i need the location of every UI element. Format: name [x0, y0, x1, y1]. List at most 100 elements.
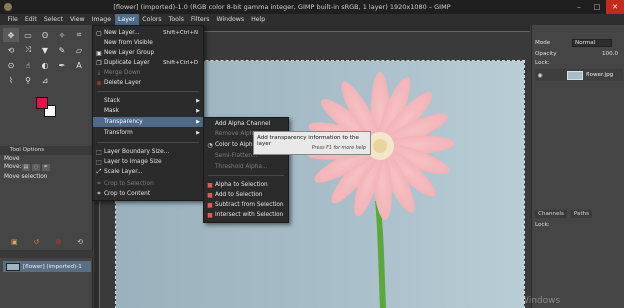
menu-item-new-from-visible[interactable]: New from Visible: [93, 38, 203, 48]
channels-lock-label: Lock:: [535, 222, 550, 228]
menu-help[interactable]: Help: [248, 14, 269, 25]
image-list-item[interactable]: [flower] (imported)-1: [3, 261, 91, 272]
foreground-color[interactable]: [36, 97, 48, 109]
submenu-arrow-icon: ▶: [196, 108, 200, 114]
measure-tool-icon[interactable]: ⊿: [37, 73, 53, 87]
menu-item-add-alpha-channel[interactable]: Add Alpha Channel: [204, 119, 288, 129]
transform-tool-icon[interactable]: ⟲: [3, 43, 19, 57]
text-tool-icon[interactable]: A: [71, 58, 87, 72]
crop-tool-icon[interactable]: ⌗: [71, 28, 87, 42]
menu-tools[interactable]: Tools: [165, 14, 187, 25]
menu-item-layer-to-image-size[interactable]: ⬚ Layer to Image Size: [93, 157, 203, 167]
menu-item-crop-to-content[interactable]: ⌗ Crop to Content: [93, 189, 203, 199]
menu-item-mask[interactable]: Mask ▶: [93, 106, 203, 116]
tab-tool-options[interactable]: Tool Options: [0, 146, 93, 155]
channels-paths-tabs: Channels Paths: [535, 210, 593, 218]
tab-paths[interactable]: Paths: [570, 210, 593, 218]
menu-item-stack[interactable]: Stack ▶: [93, 96, 203, 106]
tools-grid: ✥ ▭ ʘ ✧ ⌗ ⟲ ⤨ ▼ ✎ ▱ ⊙ ☝ ◐ ✒ A ⌇ ⚲ ⊿: [3, 28, 87, 87]
menu-edit[interactable]: Edit: [21, 14, 40, 25]
fuzzy-select-tool-icon[interactable]: ✧: [54, 28, 70, 42]
windows-watermark: Windows: [520, 296, 561, 306]
menu-item-subtract-from-selection[interactable]: ■ Subtract from Selection: [204, 200, 288, 210]
color-swatches[interactable]: [36, 97, 60, 121]
delete-options-icon[interactable]: ⊘: [55, 238, 61, 246]
menu-item-alpha-to-selection[interactable]: ■ Alpha to Selection: [204, 180, 288, 190]
visibility-eye-icon[interactable]: ◉: [535, 72, 545, 79]
menu-colors[interactable]: Colors: [139, 14, 165, 25]
menu-item-new-layer[interactable]: ▢ New Layer... Shift+Ctrl+N: [93, 28, 203, 38]
menu-separator: [208, 175, 284, 176]
menu-item-intersect-with-selection[interactable]: ■ Intersect with Selection: [204, 210, 288, 220]
paths-tool-icon[interactable]: ✒: [54, 58, 70, 72]
menu-item-merge-down: ⤓ Merge Down: [93, 68, 203, 78]
color-picker-tool-icon[interactable]: ⌇: [3, 73, 19, 87]
menu-item-add-to-selection[interactable]: ■ Add to Selection: [204, 190, 288, 200]
color-to-alpha-icon: ◔: [207, 141, 213, 149]
intersect-with-selection-icon: ■: [207, 211, 213, 219]
restore-options-icon[interactable]: ↺: [34, 238, 40, 246]
menu-item-delete-layer[interactable]: ⊗ Delete Layer: [93, 78, 203, 88]
maximize-icon[interactable]: □: [588, 0, 606, 14]
add-to-selection-icon: ■: [207, 191, 213, 199]
move-selection-radio-icon[interactable]: ◌: [32, 164, 40, 171]
paintbrush-tool-icon[interactable]: ✎: [54, 43, 70, 57]
lasso-tool-icon[interactable]: ʘ: [37, 28, 53, 42]
minimize-icon[interactable]: –: [570, 0, 588, 14]
warp-tool-icon[interactable]: ⤨: [20, 43, 36, 57]
tooltip-help-text: Press F1 for more help: [311, 146, 366, 151]
menu-view[interactable]: View: [66, 14, 88, 25]
dodge-tool-icon[interactable]: ◐: [37, 58, 53, 72]
menu-separator: [97, 91, 199, 92]
zoom-tool-icon[interactable]: ⚲: [20, 73, 36, 87]
move-tool-icon[interactable]: ✥: [3, 28, 19, 42]
image-thumbnail: [6, 262, 20, 271]
layers-panel: Mode Normal Opacity 100.0 Lock: ◉ flower…: [531, 25, 624, 308]
opacity-label: Opacity: [535, 51, 557, 57]
layer-menu: ▢ New Layer... Shift+Ctrl+N New from Vis…: [92, 25, 204, 201]
bucket-fill-tool-icon[interactable]: ▼: [37, 43, 53, 57]
move-mode-label: Move:: [4, 164, 22, 170]
menu-item-transform[interactable]: Transform ▶: [93, 128, 203, 138]
close-icon[interactable]: ✕: [606, 0, 624, 14]
menu-item-duplicate-layer[interactable]: ❐ Duplicate Layer Shift+Ctrl+D: [93, 58, 203, 68]
menu-select[interactable]: Select: [40, 14, 66, 25]
menu-separator: [97, 142, 199, 143]
menu-image[interactable]: Image: [88, 14, 114, 25]
menu-file[interactable]: File: [4, 14, 21, 25]
delete-icon: ⊗: [96, 79, 102, 87]
images-tab[interactable]: [0, 250, 93, 258]
mode-select[interactable]: Normal: [572, 39, 612, 47]
tab-channels[interactable]: Channels: [535, 210, 567, 218]
submenu-arrow-icon: ▶: [196, 130, 200, 136]
clone-tool-icon[interactable]: ⊙: [3, 58, 19, 72]
move-path-radio-icon[interactable]: ✒: [42, 164, 50, 171]
rect-select-tool-icon[interactable]: ▭: [20, 28, 36, 42]
menu-windows[interactable]: Windows: [213, 14, 248, 25]
menu-filters[interactable]: Filters: [187, 14, 213, 25]
menu-item-scale-layer[interactable]: ⤢ Scale Layer...: [93, 167, 203, 177]
tool-options-buttons: ▣ ↺ ⊘ ⟲: [3, 238, 91, 246]
submenu-arrow-icon: ▶: [196, 119, 200, 125]
layer-name: flower.jpg: [586, 72, 614, 78]
menu-item-threshold-alpha: Threshold Alpha...: [215, 164, 268, 170]
menu-bar: File Edit Select View Image Layer Colors…: [0, 14, 624, 25]
submenu-arrow-icon: ▶: [196, 98, 200, 104]
menu-item-new-layer-group[interactable]: ▣ New Layer Group: [93, 48, 203, 58]
save-options-icon[interactable]: ▣: [11, 238, 18, 246]
move-mode-buttons: ▤ ◌ ✒: [22, 164, 50, 171]
window-controls: – □ ✕: [570, 0, 624, 14]
eraser-tool-icon[interactable]: ▱: [71, 43, 87, 57]
opacity-value[interactable]: 100.0: [602, 51, 618, 57]
move-layer-radio-icon[interactable]: ▤: [22, 164, 30, 171]
new-layer-icon: ▢: [96, 29, 102, 37]
folder-icon: ▣: [96, 49, 102, 57]
menu-item-transparency[interactable]: Transparency ▶: [93, 117, 203, 127]
menu-item-layer-boundary-size[interactable]: ⬚ Layer Boundary Size...: [93, 147, 203, 157]
smudge-tool-icon[interactable]: ☝: [20, 58, 36, 72]
crop-content-icon: ⌗: [97, 190, 101, 197]
reset-options-icon[interactable]: ⟲: [77, 238, 83, 246]
layer-list-item[interactable]: ◉ flower.jpg: [535, 69, 623, 81]
menu-layer[interactable]: Layer: [114, 14, 139, 25]
move-status-text: Move selection: [4, 174, 48, 180]
